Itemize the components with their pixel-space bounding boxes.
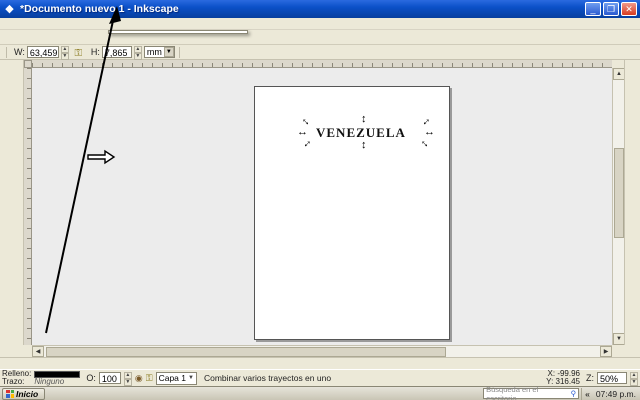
system-tray: « 07:49 p.m. bbox=[581, 387, 638, 400]
search-placeholder: Búsqueda en el escritorio bbox=[486, 384, 539, 400]
desktop-search-input[interactable]: Búsqueda en el escritorio ⚲ bbox=[483, 384, 580, 400]
unit-value: mm bbox=[146, 47, 162, 57]
layer-visibility-icon[interactable]: ◉ bbox=[135, 372, 143, 384]
horizontal-ruler[interactable] bbox=[32, 60, 612, 68]
start-button[interactable]: Inicio bbox=[2, 387, 46, 400]
status-bar: Relleno: Trazo: Ninguno O: 100 ▲ ▼ ◉ ⚿ Ca… bbox=[0, 369, 640, 386]
scale-handle-n[interactable]: ↕ bbox=[361, 114, 367, 125]
tool-controls-toolbar: W: 63,459 ▲ ▼ ⚿ H: 7,865 ▲ ▼ mm ▼ bbox=[0, 45, 640, 60]
height-spinner[interactable]: ▲ ▼ bbox=[133, 46, 142, 60]
chevron-down-icon: ▼ bbox=[188, 375, 194, 381]
taskbar-clock: 07:49 p.m. bbox=[595, 388, 636, 399]
taskbar: Inicio Búsqueda en el escritorio ⚲ « 07:… bbox=[0, 384, 640, 400]
stroke-label: Trazo: bbox=[2, 377, 25, 386]
height-input[interactable]: 7,865 bbox=[101, 46, 132, 58]
chevron-down-icon: ▼ bbox=[163, 47, 174, 57]
layer-lock-icon[interactable]: ⚿ bbox=[146, 372, 153, 384]
close-button[interactable]: ✕ bbox=[621, 2, 637, 16]
horizontal-scrollbar[interactable]: ◀ ▶ bbox=[32, 345, 612, 357]
ruler-corner bbox=[24, 60, 32, 68]
scale-handle-s[interactable]: ↕ bbox=[361, 140, 367, 151]
snap-toolbar bbox=[624, 60, 640, 345]
scroll-left-icon[interactable]: ◀ bbox=[32, 346, 44, 357]
height-label: H: bbox=[90, 47, 100, 57]
toolbar-separator bbox=[6, 46, 7, 58]
zoom-input[interactable]: 50% bbox=[597, 372, 627, 384]
stroke-value[interactable]: Ninguno bbox=[34, 377, 80, 386]
color-palette bbox=[0, 357, 640, 369]
opacity-label: O: bbox=[86, 373, 96, 383]
opacity-input[interactable]: 100 bbox=[98, 372, 121, 384]
minimize-button[interactable]: _ bbox=[585, 2, 601, 16]
width-spinner[interactable]: ▲ ▼ bbox=[60, 46, 69, 60]
zoom-label: Z: bbox=[586, 373, 594, 383]
scroll-right-icon[interactable]: ▶ bbox=[600, 346, 612, 357]
horizontal-scroll-thumb[interactable] bbox=[46, 347, 446, 357]
maximize-button[interactable]: ❐ bbox=[603, 2, 619, 16]
vertical-ruler[interactable] bbox=[24, 68, 32, 345]
trayecto-dropdown-menu bbox=[108, 30, 248, 34]
status-hint: Combinar varios trayectos en uno bbox=[203, 373, 332, 383]
unit-dropdown[interactable]: mm ▼ bbox=[143, 46, 175, 58]
canvas[interactable]: VENEZUELA ↔ ↕ ↔ ↔ ↔ ↔ ↕ ↔ bbox=[32, 68, 612, 345]
lock-ratio-icon[interactable]: ⚿ bbox=[71, 46, 86, 59]
vertical-scrollbar[interactable]: ▲ ▼ bbox=[612, 68, 625, 345]
toolbar-separator bbox=[178, 46, 180, 58]
menu-bar bbox=[0, 18, 640, 30]
layer-name: Capa 1 bbox=[158, 373, 187, 383]
layer-dropdown[interactable]: Capa 1 ▼ bbox=[155, 371, 197, 385]
window-title: *Documento nuevo 1 - Inkscape bbox=[20, 3, 179, 15]
commands-toolbar bbox=[0, 30, 640, 45]
vertical-scroll-thumb[interactable] bbox=[614, 148, 624, 238]
start-label: Inicio bbox=[16, 388, 39, 399]
width-input[interactable]: 63,459 bbox=[26, 46, 59, 58]
width-label: W: bbox=[14, 47, 25, 57]
selected-object[interactable]: VENEZUELA ↔ ↕ ↔ ↔ ↔ ↔ ↕ ↔ bbox=[297, 113, 435, 151]
inkscape-app-icon: ◆ bbox=[5, 2, 14, 15]
zoom-spinner[interactable]: ▲ ▼ bbox=[630, 372, 638, 386]
tray-chevron-icon[interactable]: « bbox=[585, 389, 590, 399]
opacity-spinner[interactable]: ▲ ▼ bbox=[123, 372, 132, 386]
title-bar: ◆ *Documento nuevo 1 - Inkscape _ ❐ ✕ bbox=[0, 0, 640, 18]
toolbox bbox=[0, 60, 24, 345]
search-icon: ⚲ bbox=[570, 389, 577, 398]
windows-logo-icon bbox=[6, 389, 14, 398]
